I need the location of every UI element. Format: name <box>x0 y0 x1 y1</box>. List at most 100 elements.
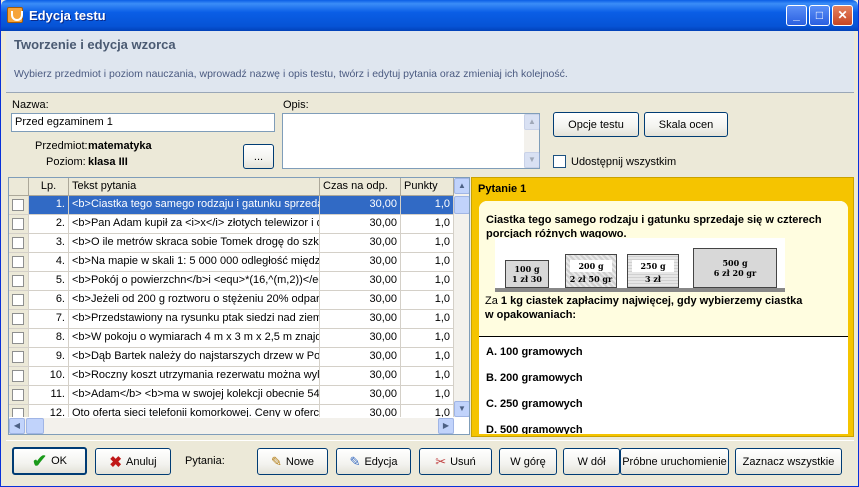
maximize-button[interactable]: □ <box>809 5 830 26</box>
row-points: 1,0 <box>401 234 454 253</box>
row-checkbox[interactable] <box>9 196 29 215</box>
row-lp: 6. <box>29 291 69 310</box>
package-weight: 100 g <box>514 264 540 274</box>
row-time: 30,00 <box>320 329 401 348</box>
title-bar[interactable]: Edycja testu _ □ ✕ <box>1 0 858 31</box>
row-points: 1,0 <box>401 348 454 367</box>
minimize-button[interactable]: _ <box>786 5 807 26</box>
cross-icon: ✖ <box>109 453 122 471</box>
row-checkbox[interactable] <box>9 386 29 405</box>
row-points: 1,0 <box>401 405 454 417</box>
scroll-up-icon[interactable]: ▲ <box>524 114 540 130</box>
row-text: <b>Adam</b> <b>ma w swojej kolekcji obec… <box>69 386 320 405</box>
package-250g: 250 g 3 zł <box>627 254 679 288</box>
row-checkbox[interactable] <box>9 329 29 348</box>
delete-question-button[interactable]: ✂ Usuń <box>419 448 492 475</box>
row-checkbox[interactable] <box>9 215 29 234</box>
table-row[interactable]: 4. <b>Na mapie w skali 1: 5 000 000 odleg… <box>9 253 454 272</box>
cancel-label: Anuluj <box>126 455 157 468</box>
scroll-thumb[interactable] <box>26 418 44 434</box>
scroll-down-icon[interactable]: ▼ <box>524 152 540 168</box>
row-text: <b>W pokoju o wymiarach 4 m x 3 m x 2,5 … <box>69 329 320 348</box>
row-text: <b>Pan Adam kupił za <i>x</i> złotych te… <box>69 215 320 234</box>
question-preview-panel: Pytanie 1 Ciastka tego samego rodzaju i … <box>471 177 854 437</box>
delete-icon: ✂ <box>435 453 447 469</box>
edit-question-button[interactable]: ✎ Edycja <box>336 448 411 475</box>
package-500g: 500 g6 zł 20 gr <box>693 248 777 288</box>
description-field[interactable] <box>282 113 540 169</box>
select-all-button[interactable]: Zaznacz wszystkie <box>735 448 842 475</box>
table-row[interactable]: 7. <b>Przedstawiony na rysunku ptak siedz… <box>9 310 454 329</box>
row-time: 30,00 <box>320 348 401 367</box>
table-row[interactable]: 11. <b>Adam</b> <b>ma w swojej kolekcji o… <box>9 386 454 405</box>
share-checkbox[interactable] <box>553 155 566 168</box>
table-row[interactable]: 2. <b>Pan Adam kupił za <i>x</i> złotych … <box>9 215 454 234</box>
subject-value: matematyka <box>88 140 152 152</box>
row-checkbox[interactable] <box>9 272 29 291</box>
row-checkbox[interactable] <box>9 234 29 253</box>
row-time: 30,00 <box>320 253 401 272</box>
level-label: Poziom: <box>46 156 86 168</box>
row-time: 30,00 <box>320 310 401 329</box>
scroll-down-icon[interactable]: ▼ <box>454 401 469 417</box>
description-scrollbar[interactable]: ▲ ▼ <box>524 114 540 168</box>
row-points: 1,0 <box>401 386 454 405</box>
cancel-button[interactable]: ✖ Anuluj <box>95 448 171 475</box>
row-text: <b>Na mapie w skali 1: 5 000 000 odległo… <box>69 253 320 272</box>
row-checkbox[interactable] <box>9 310 29 329</box>
app-icon <box>7 7 23 23</box>
row-time: 30,00 <box>320 405 401 417</box>
new-label: Nowe <box>285 455 315 468</box>
edit-icon: ✎ <box>349 453 361 469</box>
table-row[interactable]: 5. <b>Pokój o powierzchn</b>i <equ>*(16,^… <box>9 272 454 291</box>
test-options-button[interactable]: Opcje testu <box>553 112 639 137</box>
table-row[interactable]: 3. <b>O ile metrów skraca sobie Tomek dro… <box>9 234 454 253</box>
browse-subject-button[interactable]: ... <box>243 144 274 169</box>
new-question-button[interactable]: ✎ Nowe <box>257 448 328 475</box>
row-time: 30,00 <box>320 291 401 310</box>
row-points: 1,0 <box>401 367 454 386</box>
package-weight: 500 g <box>722 258 748 268</box>
row-lp: 7. <box>29 310 69 329</box>
table-row[interactable]: 1. <b>Ciastka tego samego rodzaju i gatun… <box>9 196 454 215</box>
row-checkbox[interactable] <box>9 405 29 417</box>
column-header-text[interactable]: Tekst pytania <box>69 178 320 196</box>
row-checkbox[interactable] <box>9 253 29 272</box>
ok-button[interactable]: ✔ OK <box>12 447 87 475</box>
row-text: <b>Ciastka tego samego rodzaju i gatunku… <box>69 196 320 215</box>
table-row[interactable]: 6. <b>Jeżeli od 200 g roztworu o stężeniu… <box>9 291 454 310</box>
row-checkbox[interactable] <box>9 291 29 310</box>
move-up-button[interactable]: W górę <box>499 448 557 475</box>
row-checkbox[interactable] <box>9 367 29 386</box>
scroll-thumb[interactable] <box>454 196 469 214</box>
close-button[interactable]: ✕ <box>832 5 853 26</box>
table-row[interactable]: 10. <b>Roczny koszt utrzymania rezerwatu … <box>9 367 454 386</box>
row-points: 1,0 <box>401 215 454 234</box>
column-header-lp[interactable]: Lp. <box>29 178 69 196</box>
row-time: 30,00 <box>320 386 401 405</box>
column-header-time[interactable]: Czas na odp. <box>320 178 401 196</box>
grid-vertical-scrollbar[interactable]: ▲ ▼ <box>454 178 469 417</box>
scroll-left-icon[interactable]: ◀ <box>9 418 25 434</box>
table-row[interactable]: 8. <b>W pokoju o wymiarach 4 m x 3 m x 2,… <box>9 329 454 348</box>
row-text: <b>O ile metrów skraca sobie Tomek drogę… <box>69 234 320 253</box>
row-lp: 10. <box>29 367 69 386</box>
grid-rows: 1. <b>Ciastka tego samego rodzaju i gatun… <box>9 196 454 417</box>
table-row[interactable]: 9. <b>Dąb Bartek należy do najstarszych d… <box>9 348 454 367</box>
answer-d: D. 500 gramowych <box>486 424 583 434</box>
column-header-points[interactable]: Punkty <box>401 178 454 196</box>
name-field[interactable]: Przed egzaminem 1 <box>11 113 275 132</box>
row-lp: 5. <box>29 272 69 291</box>
row-time: 30,00 <box>320 234 401 253</box>
scroll-up-icon[interactable]: ▲ <box>454 178 469 194</box>
move-down-button[interactable]: W dół <box>563 448 620 475</box>
ok-label: OK <box>51 455 67 467</box>
rating-scale-button[interactable]: Skala ocen <box>644 112 728 137</box>
grid-horizontal-scrollbar[interactable]: ◀ ▶ <box>9 418 454 434</box>
share-label: Udostępnij wszystkim <box>571 156 677 168</box>
scroll-right-icon[interactable]: ▶ <box>438 418 454 434</box>
trial-run-button[interactable]: Próbne uruchomienie <box>620 448 729 475</box>
row-checkbox[interactable] <box>9 348 29 367</box>
prompt-part: Za <box>485 295 501 307</box>
table-row[interactable]: 12. Oto oferta sieci telefonii komorkowej… <box>9 405 454 417</box>
